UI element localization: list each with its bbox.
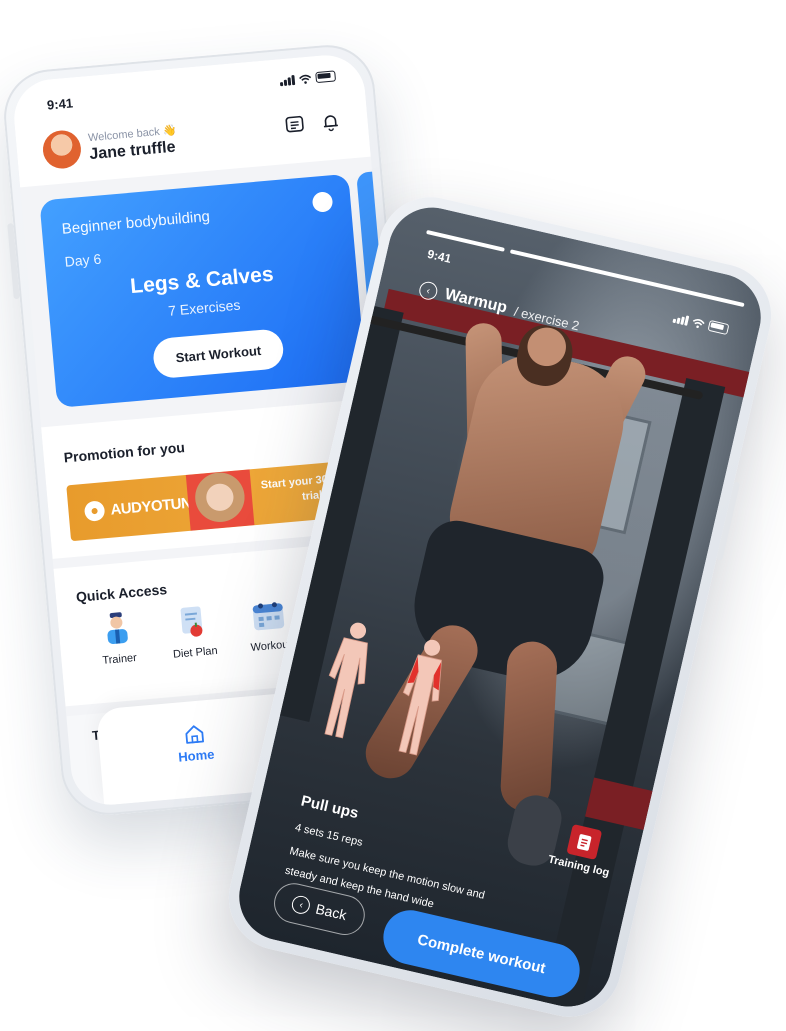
quick-access-label: Diet Plan [172, 644, 219, 661]
athlete-leg [499, 640, 559, 813]
tab-home-label: Home [177, 746, 215, 765]
quick-access-label: Trainer [101, 651, 138, 667]
workout-calendar-icon [250, 597, 287, 634]
bell-icon[interactable] [319, 110, 343, 134]
exercise-name: Pull ups [299, 792, 361, 823]
avatar[interactable] [41, 128, 83, 171]
home-header: 9:41 Welcome back 👋 Jane truffle [10, 52, 371, 188]
start-workout-button[interactable]: Start Workout [151, 328, 285, 380]
quick-access-title: Quick Access [75, 581, 168, 605]
signal-icon [279, 74, 296, 87]
status-time: 9:41 [426, 246, 453, 266]
home-icon [185, 725, 204, 744]
trainer-icon [99, 610, 136, 647]
anatomy-back-figure [398, 639, 442, 756]
wifi-icon [299, 74, 312, 84]
messages-icon[interactable] [283, 113, 307, 137]
workout-card[interactable]: Beginner bodybuilding Day 6 Legs & Calve… [39, 173, 367, 408]
wifi-icon [692, 318, 705, 329]
disc-icon [83, 500, 106, 522]
progress-segment-current [509, 249, 745, 308]
tab-home[interactable]: Home [164, 721, 227, 766]
notepad-icon [566, 823, 603, 860]
quick-access-trainer[interactable]: Trainer [84, 609, 152, 668]
chevron-left-icon: ‹ [290, 894, 313, 916]
chevron-left-icon[interactable]: ‹ [417, 279, 440, 302]
quick-access-diet-plan[interactable]: Diet Plan [159, 602, 227, 661]
status-icons [279, 70, 337, 87]
program-day: Day 6 [64, 250, 102, 270]
audyotune-logo: AUDYOTUNE [83, 492, 202, 522]
card-indicator [311, 191, 334, 213]
status-time: 9:41 [46, 95, 74, 113]
side-button [7, 223, 20, 300]
program-name: Beginner bodybuilding [61, 207, 211, 238]
battery-icon [315, 70, 337, 84]
status-icons [672, 312, 730, 336]
promotion-title: Promotion for you [63, 438, 186, 466]
diet-plan-icon [174, 604, 211, 641]
back-label: Back [314, 900, 349, 924]
promo-model-image [185, 469, 255, 531]
battery-icon [707, 319, 730, 336]
signal-icon [672, 313, 690, 326]
